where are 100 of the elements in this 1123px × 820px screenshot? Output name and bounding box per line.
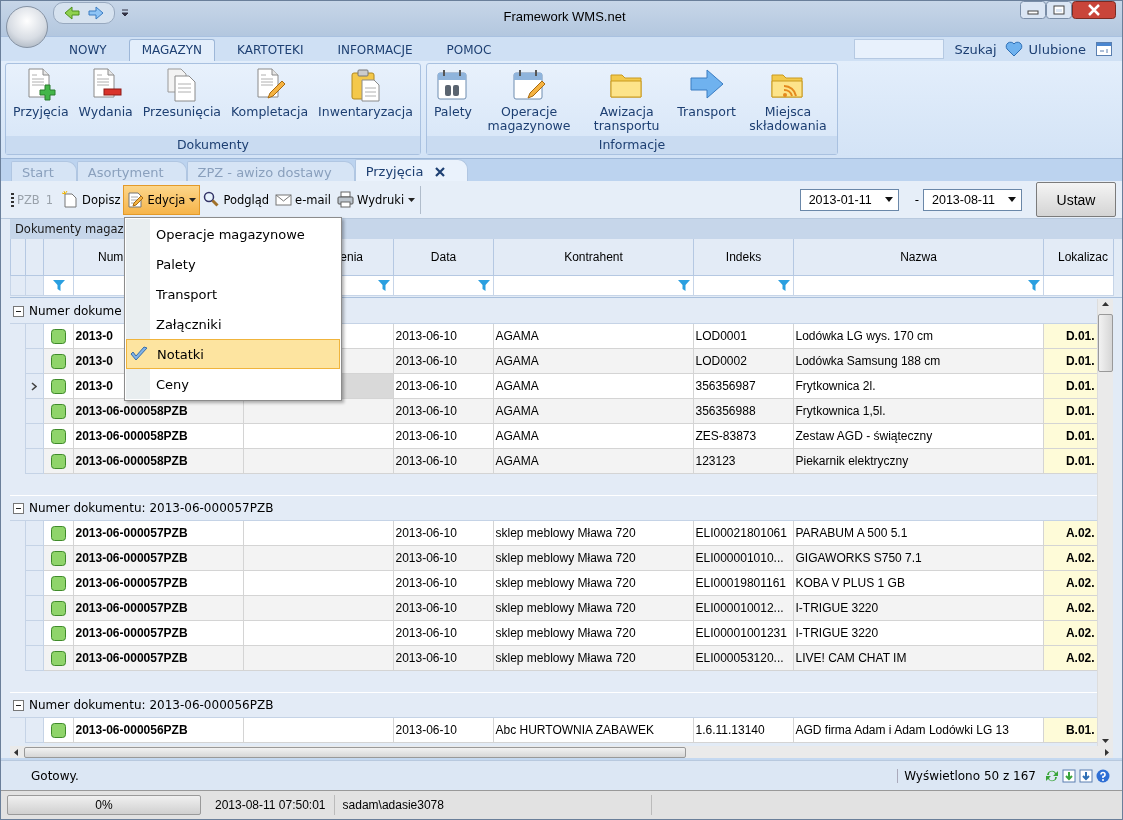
table-cell: ELI00021801061 — [693, 520, 793, 546]
table-cell: ZES-83873 — [693, 423, 793, 449]
ribbon-button[interactable]: Kompletacja — [226, 66, 314, 120]
window-title: Framework WMS.net — [502, 9, 627, 24]
table-cell: 2013-06-10 — [393, 398, 493, 424]
progress-label: 0% — [95, 798, 113, 812]
table-cell: 2013-06-10 — [393, 373, 493, 399]
column-header[interactable]: Nazwa — [793, 239, 1044, 276]
table-cell: 1.6.11.13140 — [693, 717, 793, 743]
table-cell: ELI000010012... — [693, 595, 793, 621]
group-title: Informacje — [426, 136, 837, 154]
table-cell: 2013-06-10 — [393, 570, 493, 596]
ribbon-tab[interactable]: NOWY — [57, 40, 119, 61]
ribbon-button[interactable]: Wydania — [73, 66, 138, 120]
table-cell: ELI000001010... — [693, 545, 793, 571]
table-cell: Abc HURTOWNIA ZABAWEK — [493, 717, 693, 743]
toolbar-button[interactable]: Podgląd — [200, 184, 273, 215]
table-cell: 2013-06-000057PZB — [73, 620, 243, 646]
ribbon-button[interactable]: Miejsca składowania — [740, 66, 835, 134]
status-message: Gotowy. — [31, 768, 79, 783]
group-header: Numer dokumentu: 2013-06-000056PZB — [29, 698, 274, 712]
column-header[interactable]: Kontrahent — [493, 239, 694, 276]
table-cell: 356356987 — [693, 373, 793, 399]
table-cell: ELI000053120... — [693, 645, 793, 671]
table-cell: 2013-06-000057PZB — [73, 645, 243, 671]
table-cell: AGAMA — [493, 373, 693, 399]
table-cell: I-TRIGUE 3220 — [793, 620, 1043, 646]
record-count: Wyświetlono 50 z 167 — [897, 768, 1036, 783]
document-tab[interactable]: Przyjęcia — [354, 159, 469, 181]
table-cell: 2013-06-10 — [393, 595, 493, 621]
table-cell: AGAMA — [493, 448, 693, 474]
ribbon-tab[interactable]: MAGAZYN — [128, 39, 215, 61]
table-cell: 356356988 — [693, 398, 793, 424]
toolbar-label: PZB — [17, 192, 40, 207]
menu-item[interactable]: Notatki — [126, 339, 340, 369]
favorites-link[interactable]: Ulubione — [1028, 41, 1086, 57]
separator-text: - — [914, 192, 919, 207]
table-cell: sklep meblowy Mława 720 — [493, 570, 693, 596]
group-header: Numer dokumentu: 2013-06-000057PZB — [29, 501, 274, 515]
table-cell: 2013-06-000057PZB — [73, 570, 243, 596]
user-text: sadam\adasie3078 — [334, 795, 652, 815]
ribbon-tab[interactable]: POMOC — [434, 40, 504, 61]
ribbon-button[interactable]: Inwentaryzacja — [313, 66, 418, 120]
apply-button[interactable]: Ustaw — [1036, 182, 1116, 217]
search-link[interactable]: Szukaj — [954, 41, 997, 57]
table-cell: 2013-06-000058PZB — [73, 423, 243, 449]
table-cell: Lodówka LG wys. 170 cm — [793, 323, 1043, 349]
group-header: Numer dokume — [29, 304, 122, 318]
table-cell: 2013-06-10 — [393, 645, 493, 671]
ribbon-button[interactable]: Palety — [428, 66, 477, 120]
table-cell: sklep meblowy Mława 720 — [493, 645, 693, 671]
table-cell: LOD0001 — [693, 323, 793, 349]
toolbar-button[interactable]: Wydruki — [333, 184, 419, 215]
column-header[interactable]: Indeks — [693, 239, 794, 276]
ribbon-button[interactable]: Przyjęcia — [8, 66, 74, 120]
menu-item[interactable]: Palety — [126, 249, 340, 279]
table-cell: 2013-06-10 — [393, 545, 493, 571]
table-cell: GIGAWORKS S750 7.1 — [793, 545, 1043, 571]
group-title: Dokumenty — [6, 136, 420, 154]
table-cell: AGAMA — [493, 398, 693, 424]
table-cell: Piekarnik elektryczny — [793, 448, 1043, 474]
toolbar-button[interactable]: e-mail — [272, 184, 334, 215]
timestamp-text: 2013-08-11 07:50:01 — [207, 795, 335, 815]
table-cell: Frytkownica 2l. — [793, 373, 1043, 399]
ribbon-button[interactable]: Operacje magazynowe — [477, 66, 582, 134]
table-cell: sklep meblowy Mława 720 — [493, 520, 693, 546]
table-cell: 2013-06-10 — [393, 620, 493, 646]
table-cell: Lodówka Samsung 188 cm — [793, 348, 1043, 374]
table-cell: KOBA V PLUS 1 GB — [793, 570, 1043, 596]
column-header[interactable]: Lokalizac — [1043, 239, 1114, 276]
table-cell: 123123 — [693, 448, 793, 474]
table-cell: Zestaw AGD - świąteczny — [793, 423, 1043, 449]
ribbon-button[interactable]: Przesunięcia — [137, 66, 227, 120]
table-cell: 2013-06-000057PZB — [73, 595, 243, 621]
table-cell: sklep meblowy Mława 720 — [493, 620, 693, 646]
ribbon-tab[interactable]: INFORMACJE — [325, 40, 425, 61]
toolbar-button[interactable]: Edycja — [123, 184, 201, 215]
date-field[interactable]: 2013-08-11 — [923, 188, 1022, 211]
ribbon-button[interactable]: Awizacja transportu — [581, 66, 673, 134]
table-cell: PARABUM A 500 5.1 — [793, 520, 1043, 546]
table-cell: AGAMA — [493, 323, 693, 349]
table-cell: AGAMA — [493, 423, 693, 449]
table-cell: 2013-06-10 — [393, 423, 493, 449]
date-field[interactable]: 2013-01-11 — [799, 188, 899, 211]
table-cell: 2013-06-000057PZB — [73, 520, 243, 546]
table-cell: AGD firma Adam i Adam Lodówki LG 13 — [793, 717, 1043, 743]
toolbar-label: 1 — [45, 192, 54, 207]
ribbon-button[interactable]: Transport — [672, 66, 741, 120]
column-header[interactable]: Data — [393, 239, 494, 276]
table-cell: LIVE! CAM CHAT IM — [793, 645, 1043, 671]
table-cell: 2013-06-10 — [393, 323, 493, 349]
toolbar-button[interactable]: Dopisz — [59, 184, 124, 215]
table-cell: Frytkownica 1,5l. — [793, 398, 1043, 424]
table-cell: 2013-06-10 — [393, 717, 493, 743]
table-cell: AGAMA — [493, 348, 693, 374]
table-cell: 2013-06-10 — [393, 448, 493, 474]
menu-item[interactable]: Transport — [126, 279, 340, 309]
table-cell: sklep meblowy Mława 720 — [493, 595, 693, 621]
ribbon-tab[interactable]: KARTOTEKI — [225, 40, 316, 61]
table-cell: ELI00001001231 — [693, 620, 793, 646]
